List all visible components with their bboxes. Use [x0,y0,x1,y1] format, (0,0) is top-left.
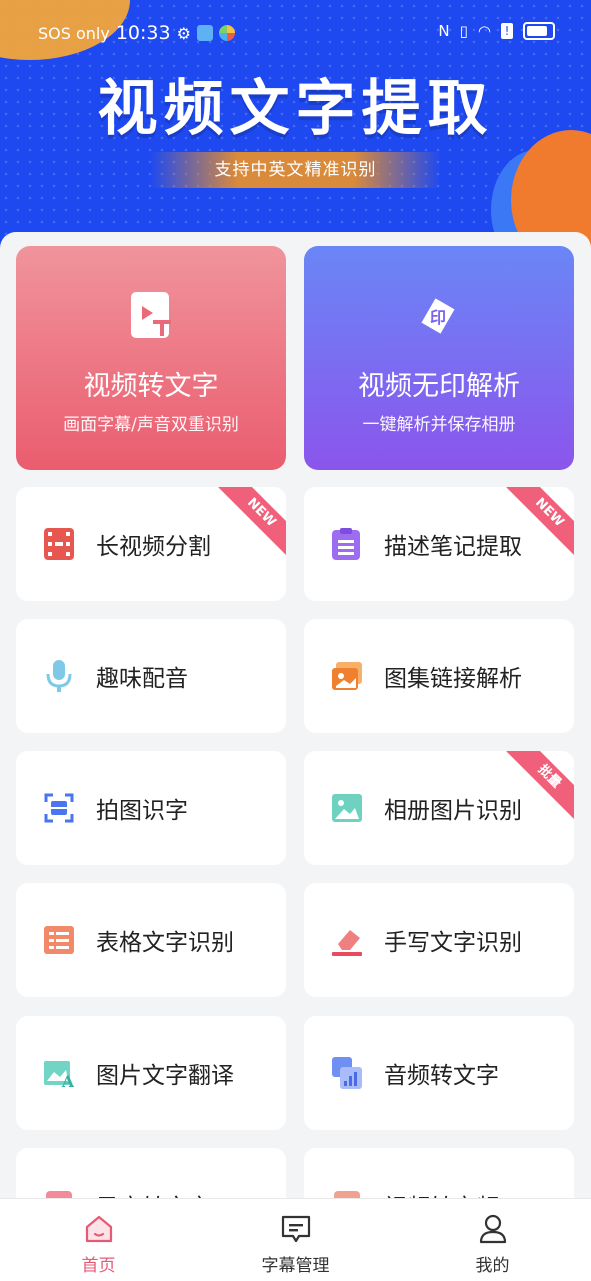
tile-label: 视频转音频 [384,1188,499,1198]
tile-handwriting-ocr[interactable]: 手写文字识别 [304,883,574,997]
header-banner: SOS only 10:33 ⚙ N ▯ ◠ ! 视频文字提取 支持中英文精准识… [0,0,591,260]
image-icon [332,794,362,822]
tab-subtitle-manage[interactable]: 字幕管理 [197,1199,394,1281]
main-content: 视频转文字 画面字幕/声音双重识别 印 视频无印解析 一键解析并保存相册 长视频… [0,232,591,1198]
tile-label: 手写文字识别 [384,930,522,956]
tile-album-image-ocr[interactable]: 相册图片识别 批量 [304,751,574,865]
tile-note-extract[interactable]: 描述笔记提取 NEW [304,487,574,601]
tile-label: 音频转文字 [384,1063,499,1089]
video-text-icon [131,292,171,338]
card-title: 视频转文字 [83,371,219,402]
tile-photo-ocr[interactable]: 拍图识字 [16,751,286,865]
tab-label: 字幕管理 [261,1256,330,1276]
tab-mine[interactable]: 我的 [394,1199,591,1281]
scan-icon [44,793,74,823]
tile-label: 相册图片识别 [384,798,522,824]
nfc-icon: N [438,22,450,40]
tile-label: 录音转文字 [96,1188,211,1198]
user-icon [479,1214,506,1244]
video-audio-icon [334,1191,360,1198]
tile-label: 图集链接解析 [384,666,522,692]
tile-label: 拍图识字 [96,798,188,824]
tile-long-video-split[interactable]: 长视频分割 NEW [16,487,286,601]
clock: 10:33 [115,22,171,44]
tile-audio-to-text[interactable]: 音频转文字 [304,1016,574,1130]
gallery-link-icon [332,662,362,690]
microphone-icon [46,660,72,692]
tile-recording-to-text[interactable]: 录音转文字 [16,1148,286,1198]
svg-text:印: 印 [430,308,446,327]
home-icon [85,1215,112,1243]
app-icon [218,25,235,41]
tab-label: 首页 [81,1256,116,1276]
tile-fun-dubbing[interactable]: 趣味配音 [16,619,286,733]
tile-label: 图片文字翻译 [96,1063,234,1089]
image-translate-icon: A [44,1061,74,1089]
watermark-free-card[interactable]: 印 视频无印解析 一键解析并保存相册 [304,246,574,470]
tab-home[interactable]: 首页 [0,1199,197,1281]
table-icon [44,926,74,954]
status-bar: SOS only 10:33 ⚙ N ▯ ◠ ! [0,18,591,48]
tile-gallery-link-parse[interactable]: 图集链接解析 [304,619,574,733]
tab-label: 我的 [475,1256,510,1276]
alert-icon: ! [501,23,513,39]
new-badge: NEW [213,487,286,561]
stamp-icon: 印 [421,298,455,334]
video-to-text-card[interactable]: 视频转文字 画面字幕/声音双重识别 [16,246,286,470]
card-subtitle: 一键解析并保存相册 [362,415,516,435]
subtitle-icon [281,1215,310,1243]
clipboard-icon [332,528,360,560]
gear-icon: ⚙ [176,23,191,43]
tile-label: 趣味配音 [96,666,188,692]
vibrate-icon: ▯ [459,22,468,40]
tile-label: 表格文字识别 [96,930,234,956]
audio-text-icon [332,1057,362,1089]
recorder-icon [46,1191,72,1198]
eraser-icon [332,930,362,956]
card-title: 视频无印解析 [358,371,520,402]
bottom-tab-bar: 首页 字幕管理 我的 [0,1198,591,1281]
film-icon [44,528,74,560]
app-icon [196,25,213,41]
tile-video-to-audio[interactable]: 视频转音频 [304,1148,574,1198]
banner-title: 视频文字提取 [97,74,494,144]
tile-table-ocr[interactable]: 表格文字识别 [16,883,286,997]
wifi-icon: ◠ [477,22,491,40]
tile-label: 长视频分割 [96,534,211,560]
tile-image-translate[interactable]: A 图片文字翻译 [16,1016,286,1130]
svg-text:A: A [61,1072,74,1089]
battery-icon [523,22,555,40]
tile-label: 描述笔记提取 [384,534,522,560]
carrier-text: SOS only [38,23,110,43]
banner-subtitle: 支持中英文精准识别 [150,152,441,188]
card-subtitle: 画面字幕/声音双重识别 [63,415,239,435]
